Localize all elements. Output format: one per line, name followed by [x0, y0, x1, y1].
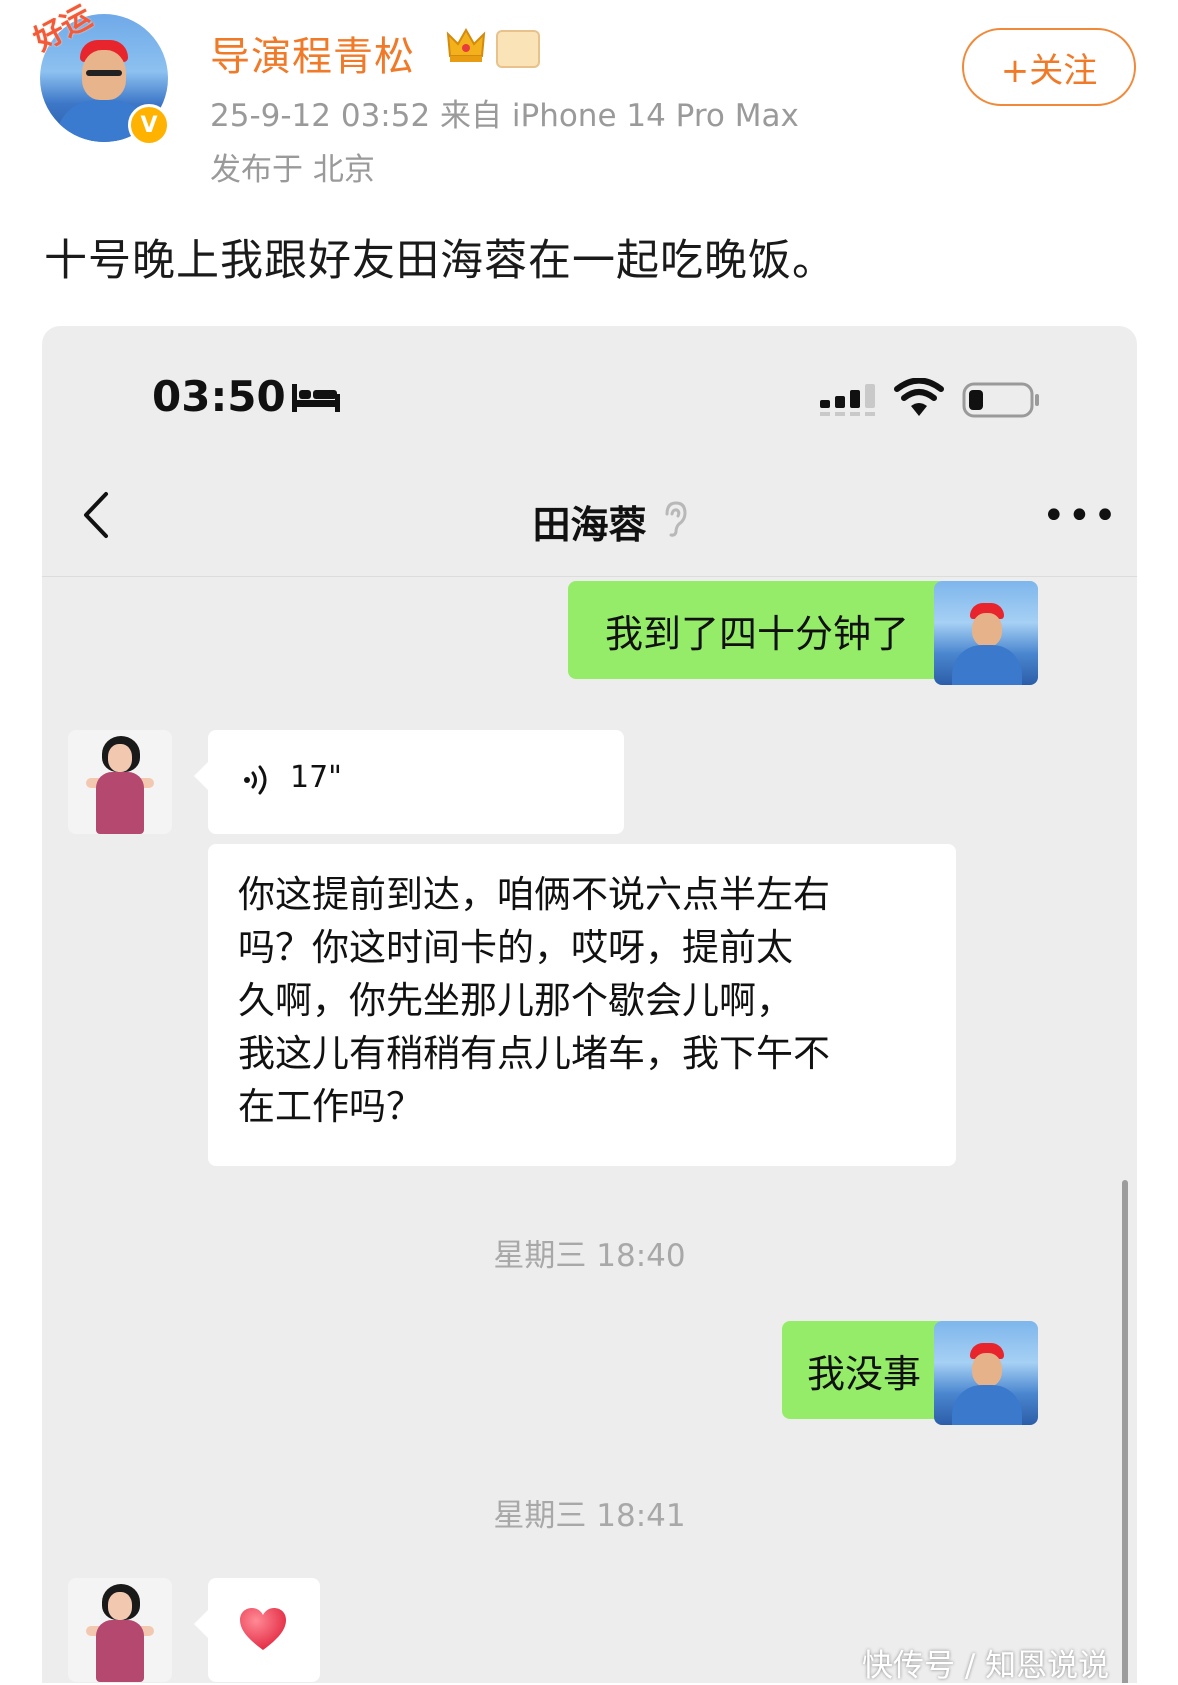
author-name[interactable]: 导演程青松 — [210, 24, 415, 82]
bed-icon — [292, 384, 340, 412]
voice-message-bubble[interactable]: 17" — [194, 730, 624, 834]
message-line: 久啊，你先坐那儿那个歇会儿啊， — [238, 979, 793, 1022]
message-bubble-sent[interactable]: 我到了四十分钟了 — [568, 581, 960, 679]
nav-divider — [42, 576, 1137, 577]
message-bubble-sent[interactable]: 我没事 — [782, 1321, 960, 1419]
chat-title: 田海蓉 — [532, 503, 647, 547]
post-text: 十号晚上我跟好友田海蓉在一起吃晚饭。 — [44, 236, 836, 286]
avatar-face — [108, 744, 132, 772]
voice-duration: 17" — [290, 760, 342, 795]
chat-timestamp: 星期三 18:41 — [493, 1498, 686, 1534]
contact-avatar[interactable] — [68, 730, 172, 834]
avatar-face — [972, 613, 1002, 647]
avatar-face — [972, 1353, 1002, 1387]
message-line: 吗？你这时间卡的，哎呀，提前太 — [238, 926, 793, 969]
avatar-shirt — [952, 645, 1022, 685]
contact-avatar[interactable] — [68, 1578, 172, 1682]
chat-screenshot-image[interactable]: 03:50 田海蓉 ••• 我到了四十分钟了 17" 你这提前到达，咱俩不说六点… — [42, 326, 1137, 1683]
vip-card-icon[interactable] — [496, 30, 540, 68]
status-time: 03:50 — [152, 372, 286, 421]
chat-timestamp: 星期三 18:40 — [493, 1238, 686, 1274]
sender-avatar[interactable] — [934, 581, 1038, 685]
post-meta: 25-9-12 03:52 来自 iPhone 14 Pro Max — [210, 98, 799, 134]
avatar-glasses — [86, 70, 122, 76]
message-line: 在工作吗？ — [238, 1085, 423, 1128]
message-line: 你这提前到达，咱俩不说六点半左右 — [238, 873, 830, 916]
ear-icon — [665, 501, 687, 537]
avatar-face — [108, 1592, 132, 1620]
scrollbar[interactable] — [1122, 1180, 1128, 1683]
wifi-icon — [894, 378, 944, 416]
crown-icon[interactable] — [446, 26, 486, 73]
battery-icon — [962, 382, 1039, 418]
avatar-dress — [96, 772, 144, 834]
emoji-message-bubble[interactable] — [194, 1578, 320, 1682]
verified-badge-icon: V — [128, 104, 170, 146]
sender-avatar[interactable] — [934, 1321, 1038, 1425]
signal-icon — [820, 384, 875, 416]
heart-icon — [240, 1608, 286, 1650]
post-location: 发布于 北京 — [210, 152, 375, 188]
voice-icon — [244, 765, 267, 795]
avatar-shirt — [952, 1385, 1022, 1425]
message-line: 我这儿有稍稍有点儿堵车，我下午不 — [238, 1032, 830, 1075]
watermark: 快传号 / 知恩说说 — [862, 1648, 1110, 1684]
follow-button[interactable]: +关注 — [962, 28, 1136, 106]
avatar-dress — [96, 1620, 144, 1682]
more-icon[interactable]: ••• — [1042, 496, 1119, 536]
message-bubble-received[interactable]: 你这提前到达，咱俩不说六点半左右 吗？你这时间卡的，哎呀，提前太 久啊，你先坐那… — [208, 844, 956, 1166]
